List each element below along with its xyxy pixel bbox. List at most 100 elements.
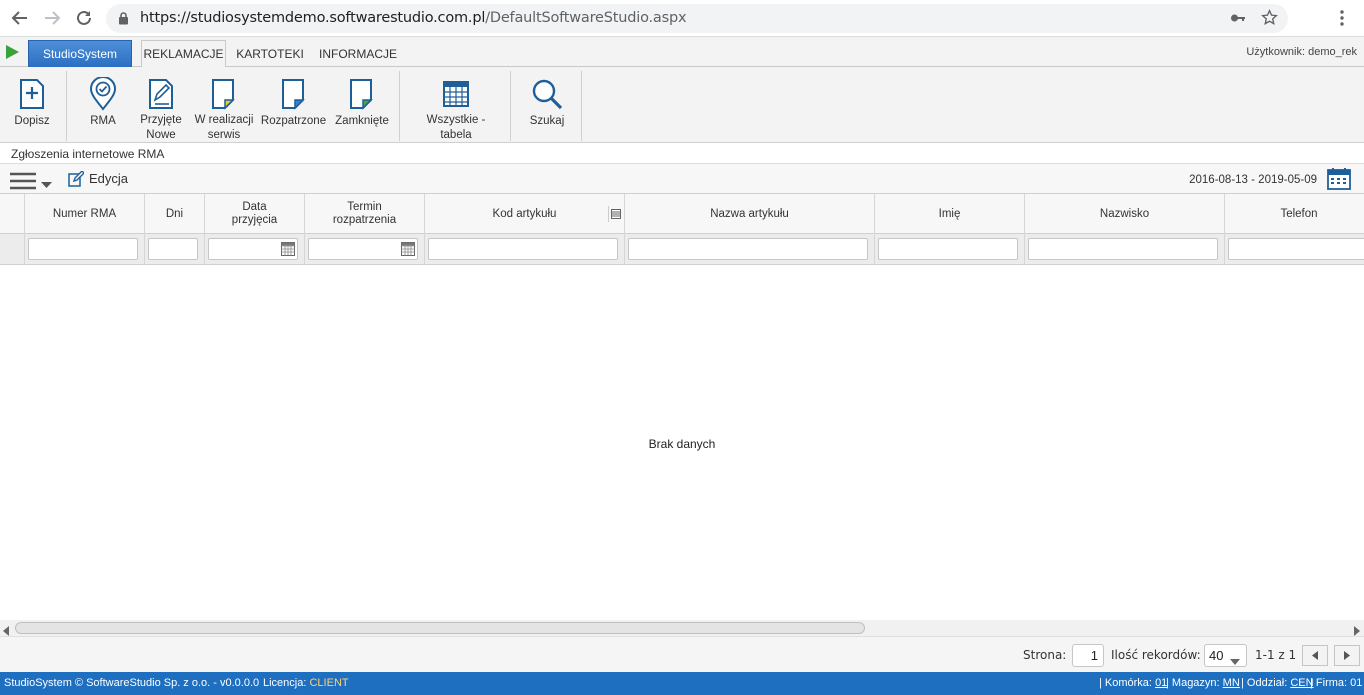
cell-info: | Komórka: 01 [1099,677,1167,689]
search-button[interactable]: Szukaj [522,67,572,143]
horizontal-scrollbar[interactable] [0,620,1364,636]
ribbon-separator [66,71,67,141]
filter-cell-kod-artykulu [425,234,625,265]
row-selector-header [0,194,25,234]
chevron-down-icon [1230,653,1240,668]
records-per-page-value: 40 [1209,648,1224,663]
edit-button[interactable]: Edycja [89,171,128,186]
empty-state-text: Brak danych [648,437,716,451]
accepted-new-label: Przyjęte Nowe [140,114,182,141]
warehouse-value[interactable]: MN [1223,677,1240,689]
star-icon[interactable] [1261,9,1278,31]
record-range: 1-1 z 1 [1255,648,1297,662]
accepted-new-button[interactable]: Przyjęte Nowe [136,67,186,143]
document-blue-icon [280,77,308,111]
tab-kartoteki[interactable]: KARTOTEKI [236,40,304,68]
rma-button-label: RMA [90,115,116,127]
column-header-kod-artykulu[interactable]: Kod artykułu [425,194,625,234]
browser-toolbar: https://studiosystemdemo.softwarestudio.… [0,0,1364,37]
column-header-kod-artykulu-label: Kod artykułu [492,207,557,220]
chevron-down-icon[interactable] [41,176,52,194]
column-header-telefon[interactable]: Telefon [1225,194,1364,234]
company-label: | Firma: [1310,677,1348,689]
filter-input-telefon[interactable] [1228,238,1364,260]
cell-label: | Komórka: [1099,677,1152,689]
user-label: Użytkownik: demo_rek [1246,46,1357,58]
license-value: CLIENT [309,677,349,689]
edit-document-icon [147,77,175,110]
calendar-small-icon[interactable] [277,238,299,260]
copyright-text: StudioSystem © SoftwareStudio Sp. z o.o.… [4,677,260,689]
filter-cell-numer-rma [25,234,145,265]
url-text: https://studiosystemdemo.softwarestudio.… [140,10,687,26]
filter-input-numer-rma[interactable] [28,238,138,260]
column-header-termin-rozpatrzenia[interactable]: Termin rozpatrzenia [305,194,425,234]
add-button[interactable]: Dopisz [6,67,58,143]
filter-cell-termin-rozpatrzenia [305,234,425,265]
tab-reklamacje[interactable]: REKLAMACJE [141,40,226,68]
filter-cell-telefon [1225,234,1364,265]
tab-studiosystem[interactable]: StudioSystem [28,40,132,67]
all-table-button[interactable]: Wszystkie - tabela [410,67,502,143]
lock-icon [118,12,129,30]
column-menu-icon[interactable] [608,206,622,222]
ribbon-separator [510,71,511,141]
status-bar: StudioSystem © SoftwareStudio Sp. z o.o.… [0,672,1364,695]
filter-input-imie[interactable] [878,238,1018,260]
filter-cell-imie [875,234,1025,265]
reviewed-button[interactable]: Rozpatrzone [260,67,327,143]
reviewed-label: Rozpatrzone [260,115,327,127]
grid-header: Numer RMA Dni Data przyjęcia Termin rozp… [0,194,1364,234]
calendar-small-icon[interactable] [397,238,419,260]
filter-input-kod-artykulu[interactable] [428,238,618,260]
ribbon-toolbar: Dopisz RMA Przyjęte Nowe W realizacji se… [0,67,1364,143]
column-header-nazwa-artykulu[interactable]: Nazwa artykułu [625,194,875,234]
forward-arrow-icon[interactable] [40,6,64,30]
all-table-label: Wszystkie - tabela [426,114,486,141]
rma-button[interactable]: RMA [77,67,129,143]
in-service-button[interactable]: W realizacji serwis [193,67,255,143]
next-page-button[interactable] [1334,645,1360,666]
column-header-imie[interactable]: Imię [875,194,1025,234]
column-header-data-przyjecia[interactable]: Data przyjęcia [205,194,305,234]
records-label: Ilość rekordów: [1111,648,1201,662]
filter-row-selector [0,234,25,265]
filter-cell-dni [145,234,205,265]
more-menu-icon[interactable] [1330,6,1354,30]
search-label: Szukaj [529,115,565,127]
closed-label: Zamknięte [335,115,389,127]
license-info: Licencja: CLIENT [263,677,349,689]
grid-toolbar: Edycja 2016-08-13 - 2019-05-09 [0,164,1364,194]
warehouse-info: | Magazyn: MN [1166,677,1240,689]
filter-input-dni[interactable] [148,238,198,260]
pager: Strona: 1 Ilość rekordów: 40 1-1 z 1 [0,636,1364,672]
prev-page-button[interactable] [1302,645,1328,666]
closed-button[interactable]: Zamknięte [334,67,390,143]
filter-input-nazwisko[interactable] [1028,238,1218,260]
location-check-icon [89,77,117,111]
reload-icon[interactable] [72,6,96,30]
tab-informacje[interactable]: INFORMACJE [318,40,398,68]
filter-row [0,234,1364,265]
back-arrow-icon[interactable] [8,6,32,30]
records-per-page-select[interactable]: 40 [1204,644,1247,667]
play-icon[interactable] [5,44,20,65]
column-header-dni[interactable]: Dni [145,194,205,234]
document-green-icon [348,77,376,111]
ribbon-separator [581,71,582,141]
column-header-nazwisko[interactable]: Nazwisko [1025,194,1225,234]
address-bar[interactable]: https://studiosystemdemo.softwarestudio.… [106,4,1288,33]
in-service-label: W realizacji serwis [194,114,254,141]
date-range: 2016-08-13 - 2019-05-09 [1189,174,1317,186]
license-label: Licencja: [263,677,307,689]
scrollbar-thumb[interactable] [15,622,865,634]
calendar-icon[interactable] [1327,167,1351,195]
key-icon[interactable] [1230,11,1246,30]
warehouse-label: | Magazyn: [1166,677,1220,689]
hamburger-menu-icon[interactable] [10,172,36,195]
column-header-numer-rma[interactable]: Numer RMA [25,194,145,234]
section-title: Zgłoszenia internetowe RMA [0,143,1364,164]
page-number-input[interactable]: 1 [1072,644,1104,667]
edit-icon[interactable] [68,170,85,192]
filter-input-nazwa-artykulu[interactable] [628,238,868,260]
